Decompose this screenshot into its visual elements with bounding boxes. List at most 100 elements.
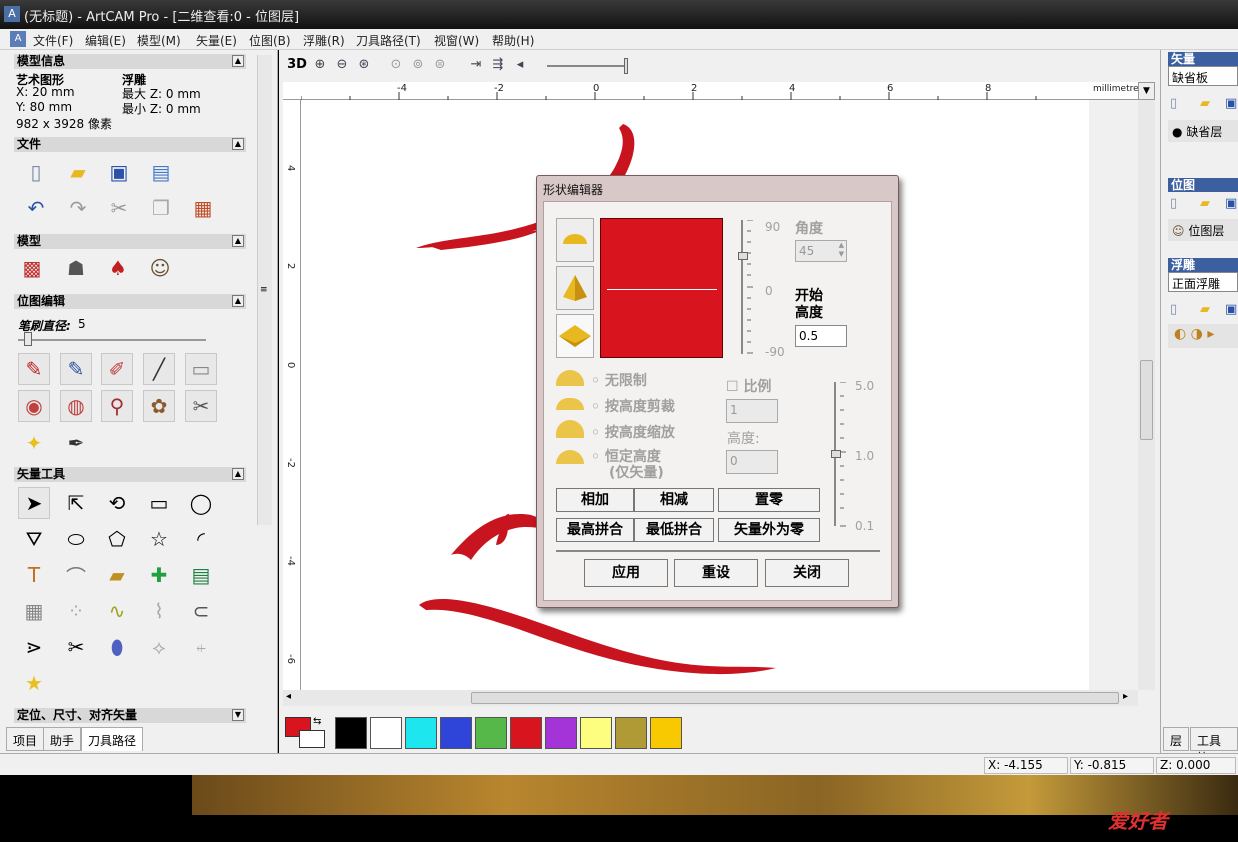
relief-tools-icon[interactable]: ◐ ◑ ▸ [1168, 324, 1238, 348]
collapse-icon[interactable]: ▲ [232, 295, 244, 307]
round-shape-button[interactable] [556, 218, 594, 262]
ellipse-icon[interactable]: ⬭ [60, 523, 92, 555]
pen-icon[interactable]: ✒ [60, 427, 92, 459]
menu-toolpath[interactable]: 刀具路径(T) [356, 32, 421, 49]
color-swatch[interactable] [440, 717, 472, 749]
zoom-out-icon[interactable]: ⊖ [332, 55, 352, 75]
reset-button[interactable]: 重设 [674, 559, 758, 587]
trim-vectors-icon[interactable]: ✂ [60, 631, 92, 663]
color-swatch[interactable] [335, 717, 367, 749]
flat-shape-button[interactable] [556, 314, 594, 358]
transform-icon[interactable]: ⟲ [101, 487, 133, 519]
fill-icon[interactable]: ◉ [18, 390, 50, 422]
circle-icon[interactable]: ◯ [185, 487, 217, 519]
paint-brush-3-icon[interactable]: ✐ [101, 353, 133, 385]
new-bitmap-layer-icon[interactable]: ▯ [1170, 196, 1177, 211]
open-layer-icon[interactable]: ▰ [1200, 96, 1210, 111]
zoom-in-icon[interactable]: ⊕ [310, 55, 330, 75]
menu-file[interactable]: 文件(F) [33, 32, 73, 49]
collapse-icon[interactable]: ▲ [232, 55, 244, 67]
curve-fit-icon[interactable]: ⌇ [143, 595, 175, 627]
add-button[interactable]: 相加 [556, 488, 634, 512]
text-on-curve-icon[interactable]: ⌒ [60, 559, 92, 591]
option-scale-height[interactable]: ◦ 按高度缩放 [591, 422, 675, 442]
brush-slider-track[interactable] [18, 339, 206, 341]
polygon-icon[interactable]: ⬠ [101, 523, 133, 555]
paint-brush-2-icon[interactable]: ✎ [60, 353, 92, 385]
menu-bitmap[interactable]: 位图(B) [249, 32, 291, 49]
option-unlimited[interactable]: ◦ 无限制 [591, 370, 647, 390]
save-bitmap-layer-icon[interactable]: ▣ [1225, 196, 1237, 211]
default-layer-item[interactable]: ● 缺省层 [1168, 120, 1238, 142]
model-setup-icon[interactable]: ▩ [16, 252, 48, 284]
save-layer-icon[interactable]: ▣ [1225, 96, 1237, 111]
offset-icon[interactable]: ⟡ [143, 631, 175, 663]
paste-icon[interactable]: ▦ [187, 192, 219, 224]
tab-assistant[interactable]: 助手 [43, 727, 82, 751]
swap-colors-icon[interactable]: ⇆ [313, 716, 321, 727]
bitmap-layer-item[interactable]: ☺ 位图层 [1168, 219, 1238, 241]
cut-icon[interactable]: ✂ [103, 192, 135, 224]
canvas-horizontal-scrollbar[interactable]: ◂ ▸ [283, 690, 1138, 706]
open-bitmap-layer-icon[interactable]: ▰ [1200, 196, 1210, 211]
menu-help[interactable]: 帮助(H) [492, 32, 534, 49]
save-icon[interactable]: ▣ [103, 156, 135, 188]
zero-button[interactable]: 置零 [718, 488, 820, 512]
scroll-right-icon[interactable]: ▸ [1123, 691, 1128, 702]
node-edit-icon[interactable]: ⇱ [60, 487, 92, 519]
color-swatch[interactable] [580, 717, 612, 749]
save-relief-layer-icon[interactable]: ▣ [1225, 302, 1237, 317]
polyline-icon[interactable]: ⛛ [18, 523, 50, 555]
model-bitmap-icon[interactable]: ☺ [144, 252, 176, 284]
collapse-icon[interactable]: ▲ [232, 235, 244, 247]
document-icon[interactable]: A [10, 31, 26, 47]
new-relief-layer-icon[interactable]: ▯ [1170, 302, 1177, 317]
menu-window[interactable]: 视窗(W) [434, 32, 479, 49]
angular-shape-button[interactable] [556, 266, 594, 310]
start-height-input[interactable]: 0.5 [795, 325, 847, 347]
zoom-fit-icon[interactable]: ⊛ [354, 55, 374, 75]
app-icon[interactable]: A [4, 6, 20, 22]
vector-layer-select[interactable]: 缺省板 [1168, 66, 1238, 86]
collapse-icon[interactable]: ▼ [232, 709, 244, 721]
subtract-button[interactable]: 相减 [634, 488, 714, 512]
apply-button[interactable]: 应用 [584, 559, 668, 587]
merge-highest-button[interactable]: 最高拼合 [556, 518, 634, 542]
angle-input[interactable]: 45 ▲ ▼ [795, 240, 847, 262]
option-clip-height[interactable]: ◦ 按高度剪裁 [591, 396, 675, 416]
color-swatch[interactable] [370, 717, 402, 749]
tab-toolbox[interactable]: 工具箱 [1190, 727, 1238, 765]
collapse-icon[interactable]: ▲ [232, 468, 244, 480]
view-3d-button[interactable]: 3D [285, 55, 309, 75]
menu-edit[interactable]: 编辑(E) [85, 32, 126, 49]
scissors-icon[interactable]: ✂ [185, 390, 217, 422]
bitmap-to-vector-icon[interactable]: ✦ [18, 427, 50, 459]
paint-brush-icon[interactable]: ✎ [18, 353, 50, 385]
measure-icon[interactable]: ▰ [101, 559, 133, 591]
color-swatch[interactable] [650, 717, 682, 749]
eyedropper-icon[interactable]: ⚲ [101, 390, 133, 422]
draw-line-icon[interactable]: ╱ [143, 353, 175, 385]
star-icon[interactable]: ☆ [143, 523, 175, 555]
menu-relief[interactable]: 浮雕(R) [303, 32, 345, 49]
bezier-icon[interactable]: ⊂ [185, 595, 217, 627]
text-grid-icon[interactable]: ▤ [185, 559, 217, 591]
copy-icon[interactable]: ❐ [145, 192, 177, 224]
relief-layer-select[interactable]: 正面浮雕 [1168, 272, 1238, 292]
scale-input[interactable]: 1 [726, 399, 778, 423]
model-relief-icon[interactable]: ♠ [102, 252, 134, 284]
scroll-left-icon[interactable]: ◂ [286, 691, 291, 702]
angle-slider-track[interactable] [741, 220, 743, 354]
transparency-slider-thumb[interactable] [624, 58, 628, 74]
height-input[interactable]: 0 [726, 450, 778, 474]
close-button[interactable]: 关闭 [765, 559, 849, 587]
save-as-icon[interactable]: ▤ [145, 156, 177, 188]
color-swatch[interactable] [475, 717, 507, 749]
rectangle-icon[interactable]: ▭ [143, 487, 175, 519]
tab-toolpaths[interactable]: 刀具路径 [81, 727, 144, 751]
color-swatch[interactable] [615, 717, 647, 749]
secondary-color-swatch[interactable] [299, 730, 325, 748]
spline-icon[interactable]: ∿ [101, 595, 133, 627]
zoom-window-icon[interactable]: ⊙ [386, 55, 406, 75]
mirror-icon[interactable]: ⍅ [185, 631, 217, 663]
